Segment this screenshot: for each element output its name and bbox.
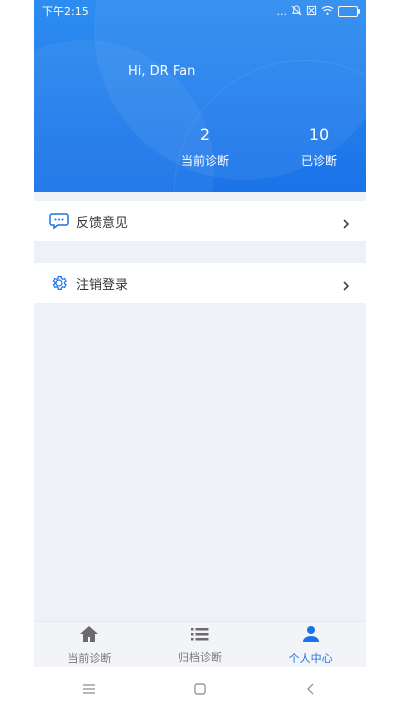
sim-off-icon: [306, 5, 317, 18]
back-icon[interactable]: [291, 669, 331, 709]
chevron-right-icon: [340, 277, 352, 291]
stat-current-diagnosis[interactable]: 2 当前诊断: [165, 126, 245, 169]
battery-charging-icon: [338, 5, 360, 17]
chat-bubble-icon: [48, 210, 70, 232]
chevron-right-icon: [340, 215, 352, 229]
bottom-tab-bar: 当前诊断 归档诊断 个人中心: [34, 621, 366, 668]
wifi-icon: [321, 5, 334, 18]
tab-current-diagnosis[interactable]: 当前诊断: [34, 622, 145, 668]
menu-icon[interactable]: [69, 669, 109, 709]
gear-icon: [48, 272, 70, 294]
stat-label: 当前诊断: [180, 154, 229, 168]
status-dots: ...: [276, 4, 288, 18]
tab-label: 个人中心: [288, 651, 333, 665]
app-screen: Hi, DR Fan 2 当前诊断 10 已诊断 下午2:15 ... 反馈意见…: [34, 0, 366, 710]
status-bar: 下午2:15 ...: [34, 0, 366, 22]
list-icon: [190, 626, 210, 646]
home-icon: [79, 625, 99, 647]
status-icons: ...: [276, 4, 360, 18]
feedback-row[interactable]: 反馈意见: [34, 201, 366, 241]
tab-archived-diagnosis[interactable]: 归档诊断: [145, 622, 256, 668]
logout-label: 注销登录: [76, 277, 129, 293]
bell-off-icon: [291, 4, 302, 18]
home-square-icon[interactable]: [180, 669, 220, 709]
stat-label: 已诊断: [300, 154, 337, 168]
feedback-label: 反馈意见: [76, 215, 129, 231]
profile-header: Hi, DR Fan 2 当前诊断 10 已诊断: [34, 0, 366, 192]
person-icon: [301, 625, 321, 647]
tab-label: 归档诊断: [178, 650, 222, 664]
tab-label: 当前诊断: [67, 651, 112, 665]
stat-value: 10: [308, 125, 330, 144]
system-nav-bar: [34, 667, 366, 710]
logout-row[interactable]: 注销登录: [34, 263, 366, 303]
greeting-text: Hi, DR Fan: [128, 64, 196, 79]
tab-personal-center[interactable]: 个人中心: [255, 622, 366, 668]
stat-diagnosed[interactable]: 10 已诊断: [279, 126, 359, 169]
stat-value: 2: [199, 125, 211, 144]
status-time: 下午2:15: [42, 5, 89, 18]
